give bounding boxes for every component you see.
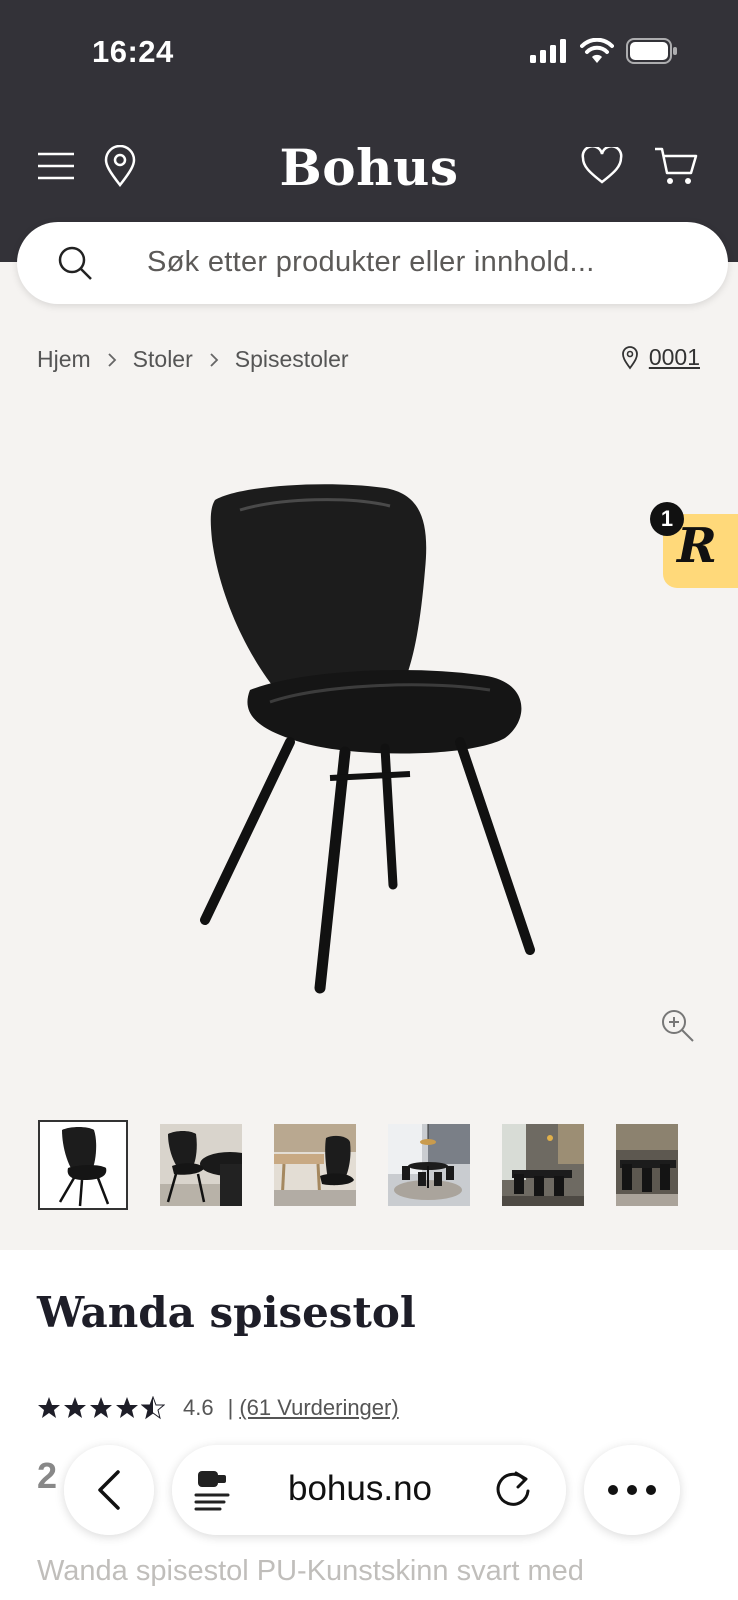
product-description: Wanda spisestol PU-Kunstskinn svart med: [37, 1555, 584, 1587]
breadcrumb-stoler[interactable]: Stoler: [133, 346, 193, 373]
thumbnail-5[interactable]: [502, 1124, 584, 1206]
star-icon: [90, 1397, 112, 1418]
star-half-icon: [141, 1396, 165, 1420]
star-icon: [38, 1397, 60, 1418]
reload-icon[interactable]: [494, 1469, 534, 1511]
rating-separator: |: [227, 1395, 234, 1420]
rewards-logo: R: [677, 518, 717, 574]
breadcrumb: Hjem Stoler Spisestoler: [37, 346, 349, 373]
product-info: Wanda spisestol 4.6 | (61 Vurderinger) 2…: [0, 1250, 738, 1600]
store-selector[interactable]: 0001: [621, 344, 700, 371]
back-button[interactable]: [64, 1445, 154, 1535]
thumbnail-2[interactable]: [160, 1124, 242, 1206]
search-bar[interactable]: Søk etter produkter eller innhold...: [17, 222, 728, 304]
status-time: 16:24: [92, 34, 174, 69]
signal-icon: [530, 39, 566, 63]
address-bar[interactable]: bohus.no: [172, 1445, 566, 1535]
more-dots-icon: [608, 1485, 656, 1495]
star-icon: [64, 1397, 86, 1418]
reader-icon[interactable]: [194, 1469, 234, 1513]
rating-stars: [37, 1396, 165, 1420]
rating-value: 4.6: [183, 1395, 214, 1420]
cart-icon[interactable]: [652, 142, 700, 190]
search-input[interactable]: Søk etter produkter eller innhold...: [147, 246, 595, 279]
chevron-left-icon: [98, 1470, 120, 1510]
chevron-right-icon: [107, 352, 117, 368]
thumbnail-6[interactable]: [616, 1124, 678, 1206]
search-icon: [58, 246, 92, 280]
zoom-in-icon[interactable]: [660, 1008, 696, 1044]
thumbnail-3[interactable]: [274, 1124, 356, 1206]
browser-toolbar: bohus.no: [0, 1440, 738, 1540]
thumbnail-4[interactable]: [388, 1124, 470, 1206]
battery-icon: [626, 38, 677, 64]
location-pin-icon: [621, 345, 638, 370]
store-number[interactable]: 0001: [649, 344, 700, 371]
status-icons: [530, 38, 678, 64]
breadcrumb-home[interactable]: Hjem: [37, 346, 91, 373]
badge-count: 1: [650, 502, 684, 536]
breadcrumb-spisestoler[interactable]: Spisestoler: [235, 346, 349, 373]
product-image[interactable]: [180, 480, 560, 1020]
thumbnail-strip: [38, 1120, 678, 1210]
brand-logo[interactable]: Bohus: [0, 138, 738, 197]
reviews-link[interactable]: (61 Vurderinger): [239, 1395, 398, 1421]
star-icon: [116, 1397, 138, 1418]
product-title: Wanda spisestol: [37, 1288, 416, 1337]
url-text[interactable]: bohus.no: [288, 1469, 432, 1509]
thumbnail-1[interactable]: [38, 1120, 128, 1210]
more-button[interactable]: [584, 1445, 680, 1535]
rating-row: 4.6 | (61 Vurderinger): [37, 1395, 399, 1421]
wishlist-heart-icon[interactable]: [578, 142, 626, 190]
wifi-icon: [580, 38, 614, 63]
chevron-right-icon: [209, 352, 219, 368]
